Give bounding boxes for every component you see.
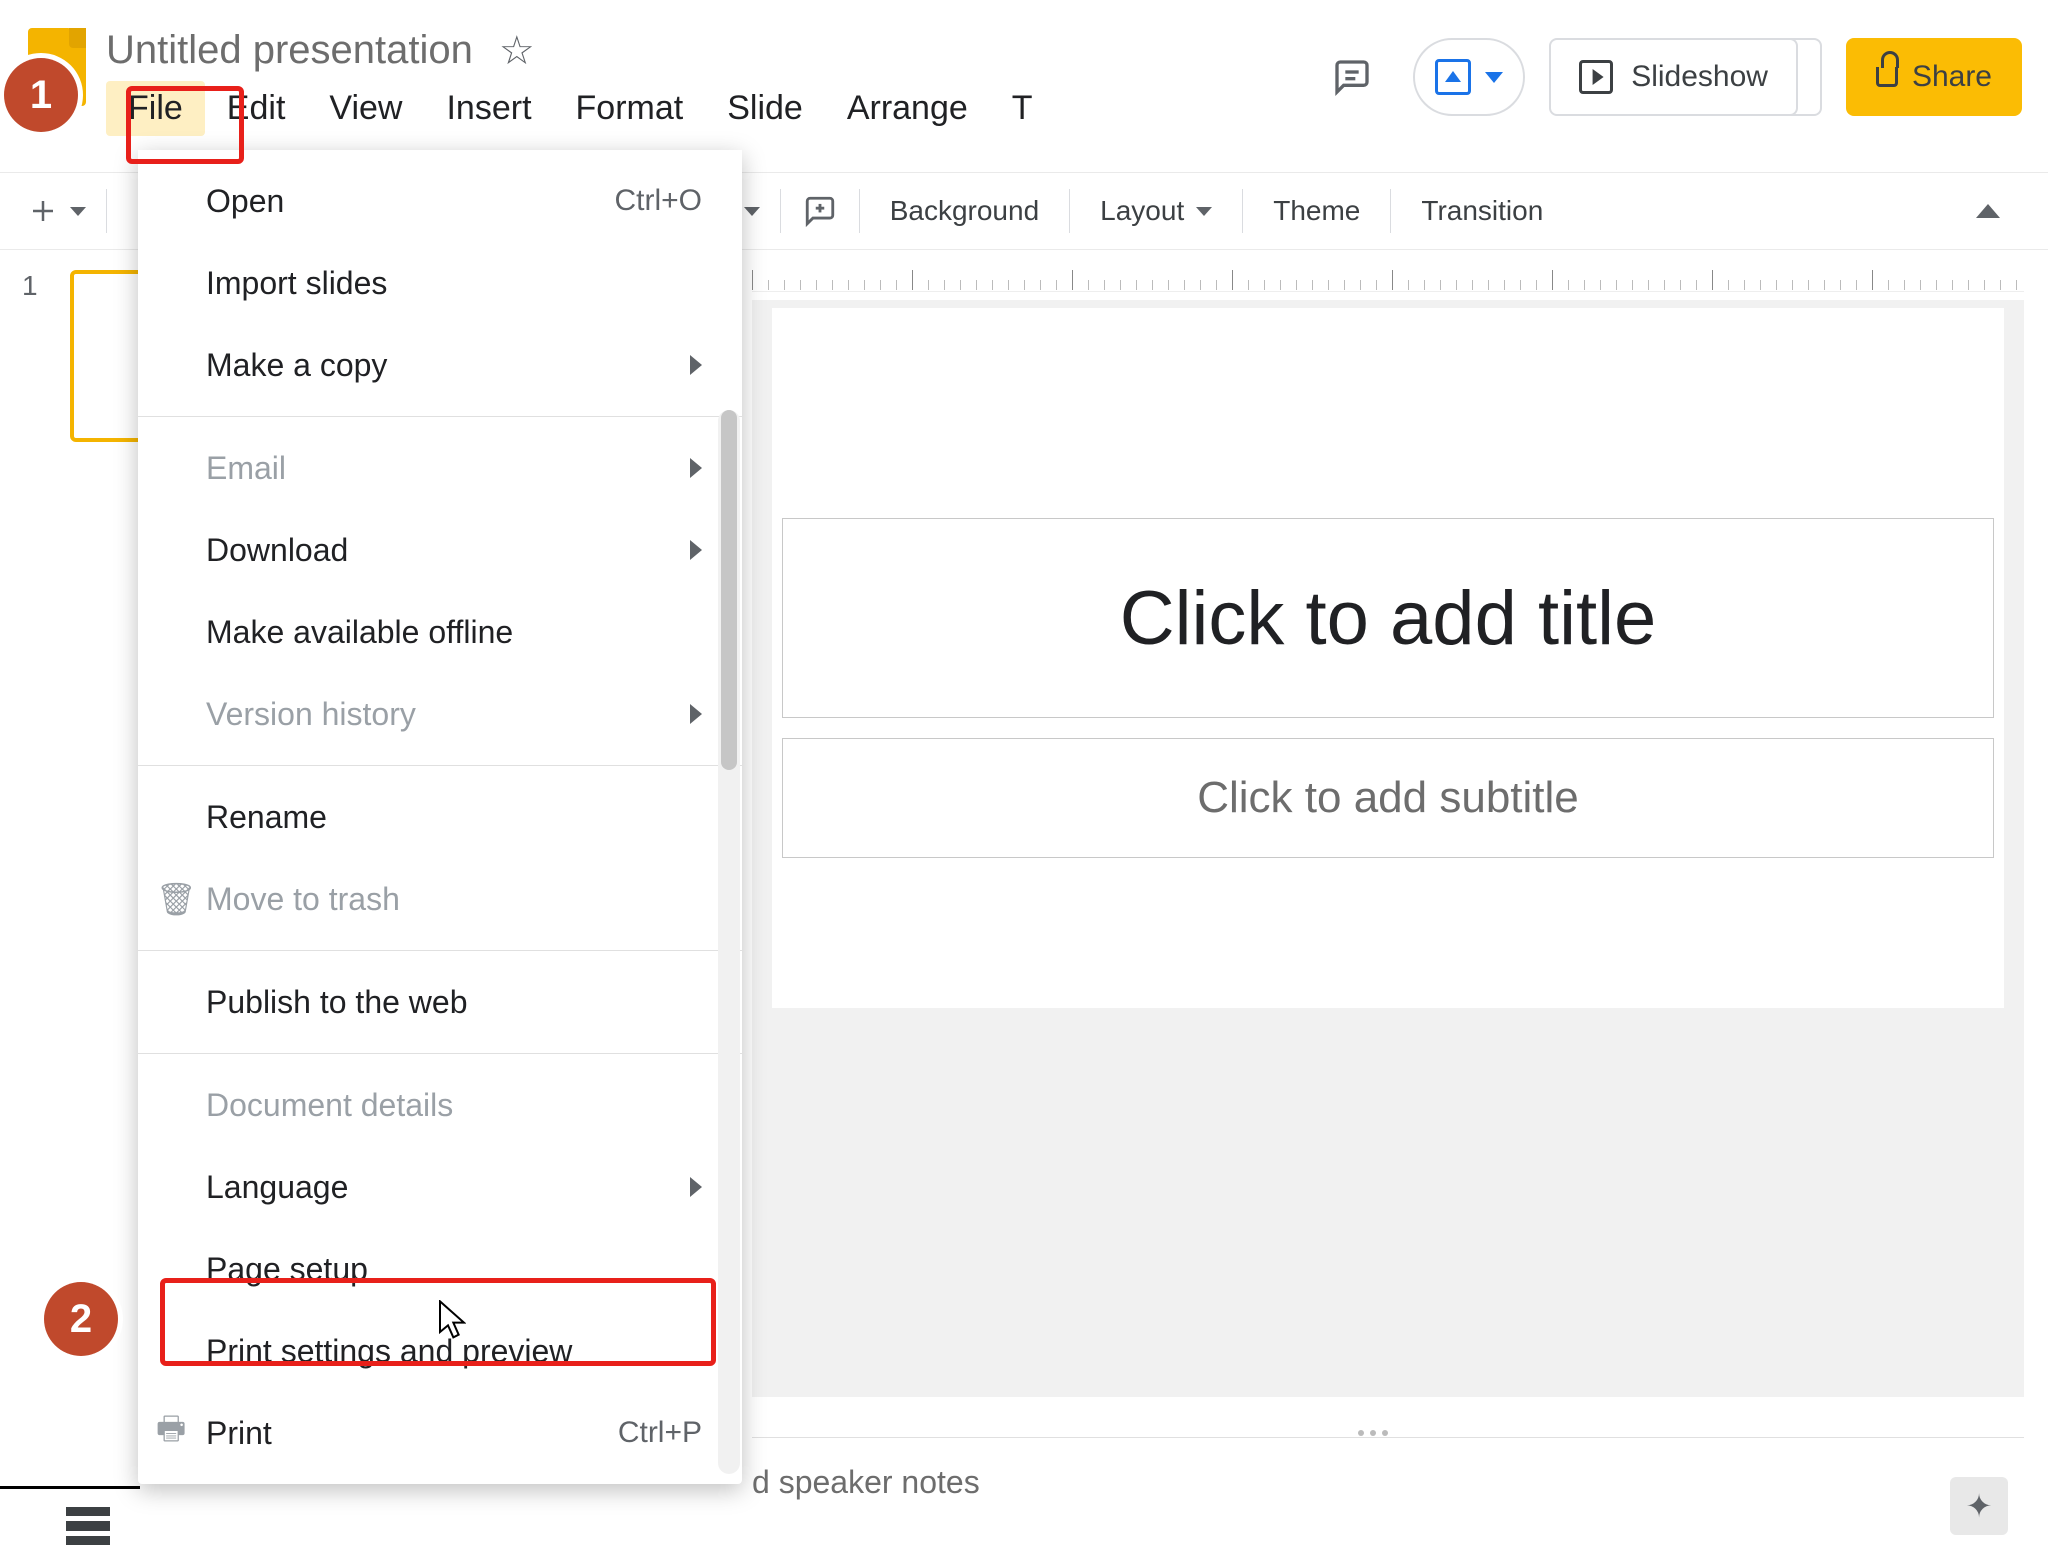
annotation-badge-2: 2 bbox=[44, 1282, 118, 1356]
comments-icon[interactable] bbox=[1315, 40, 1389, 114]
menu-scrollbar[interactable] bbox=[718, 410, 740, 1474]
lock-icon bbox=[1876, 67, 1898, 87]
insert-comment-button[interactable] bbox=[791, 182, 849, 240]
print-icon: 🖶 bbox=[156, 1406, 186, 1460]
bottom-divider bbox=[0, 1486, 140, 1489]
trash-icon: 🗑 bbox=[156, 880, 197, 918]
new-slide-button[interactable] bbox=[18, 182, 96, 240]
menu-email[interactable]: Email bbox=[138, 427, 742, 509]
slide-canvas-area: Click to add title Click to add subtitle bbox=[752, 300, 2024, 1397]
theme-button[interactable]: Theme bbox=[1253, 182, 1380, 240]
star-icon[interactable]: ☆ bbox=[499, 31, 535, 71]
menu-slide[interactable]: Slide bbox=[705, 81, 825, 136]
transition-button[interactable]: Transition bbox=[1401, 182, 1563, 240]
thumbnail-index: 1 bbox=[22, 270, 38, 302]
menu-version-history-label: Version history bbox=[206, 696, 416, 733]
menu-download[interactable]: Download bbox=[138, 509, 742, 591]
menu-language[interactable]: Language bbox=[138, 1146, 742, 1228]
filmstrip-toggle-icon[interactable] bbox=[66, 1507, 110, 1545]
menu-print[interactable]: 🖶 Print Ctrl+P bbox=[138, 1392, 742, 1474]
speaker-notes[interactable]: d speaker notes bbox=[752, 1437, 2024, 1527]
menu-make-offline[interactable]: Make available offline bbox=[138, 591, 742, 673]
menu-move-to-trash[interactable]: 🗑 Move to trash bbox=[138, 858, 742, 940]
menu-tools-cut[interactable]: T bbox=[990, 81, 1034, 136]
layout-label: Layout bbox=[1100, 195, 1184, 227]
submenu-arrow-icon bbox=[690, 540, 702, 560]
slideshow-button[interactable]: Slideshow bbox=[1549, 38, 1798, 116]
menu-make-copy-label: Make a copy bbox=[206, 347, 387, 384]
menu-document-details[interactable]: Document details bbox=[138, 1064, 742, 1146]
submenu-arrow-icon bbox=[690, 1177, 702, 1197]
submenu-arrow-icon bbox=[690, 704, 702, 724]
slideshow-dropdown[interactable] bbox=[1772, 38, 1822, 116]
slideshow-label: Slideshow bbox=[1631, 60, 1768, 94]
menu-edit[interactable]: Edit bbox=[205, 81, 308, 136]
menu-print-shortcut: Ctrl+P bbox=[618, 1416, 702, 1450]
submenu-arrow-icon bbox=[690, 355, 702, 375]
menu-open[interactable]: Open Ctrl+O bbox=[138, 160, 742, 242]
horizontal-ruler bbox=[752, 252, 2024, 292]
share-button[interactable]: Share bbox=[1846, 38, 2022, 116]
collapse-toolbar-button[interactable] bbox=[1966, 182, 2030, 240]
title-placeholder[interactable]: Click to add title bbox=[782, 518, 1994, 718]
menu-version-history[interactable]: Version history bbox=[138, 673, 742, 755]
menu-download-label: Download bbox=[206, 532, 348, 569]
menu-print-settings[interactable]: Print settings and preview bbox=[138, 1310, 742, 1392]
slide-canvas[interactable]: Click to add title Click to add subtitle bbox=[772, 308, 2004, 1008]
file-menu: Open Ctrl+O Import slides Make a copy Em… bbox=[138, 150, 742, 1484]
menu-publish[interactable]: Publish to the web bbox=[138, 961, 742, 1043]
menu-print-label: Print bbox=[206, 1415, 272, 1452]
speaker-notes-placeholder: d speaker notes bbox=[752, 1464, 980, 1501]
menu-format[interactable]: Format bbox=[554, 81, 706, 136]
menu-view[interactable]: View bbox=[307, 81, 424, 136]
menu-language-label: Language bbox=[206, 1169, 348, 1206]
present-button[interactable] bbox=[1413, 38, 1525, 116]
background-button[interactable]: Background bbox=[870, 182, 1059, 240]
notes-resize-handle[interactable] bbox=[1358, 1430, 1418, 1444]
annotation-badge-1: 1 bbox=[4, 58, 78, 132]
layout-button[interactable]: Layout bbox=[1080, 182, 1232, 240]
menu-trash-label: Move to trash bbox=[206, 881, 400, 918]
menu-open-label: Open bbox=[206, 183, 284, 220]
menu-arrange[interactable]: Arrange bbox=[825, 81, 990, 136]
menu-import-slides[interactable]: Import slides bbox=[138, 242, 742, 324]
document-title[interactable]: Untitled presentation bbox=[106, 28, 473, 73]
menu-page-setup[interactable]: Page setup bbox=[138, 1228, 742, 1310]
menu-email-label: Email bbox=[206, 450, 286, 487]
menu-rename[interactable]: Rename bbox=[138, 776, 742, 858]
explore-button[interactable]: ✦ bbox=[1950, 1477, 2008, 1535]
menu-insert[interactable]: Insert bbox=[424, 81, 553, 136]
submenu-arrow-icon bbox=[690, 458, 702, 478]
menu-make-copy[interactable]: Make a copy bbox=[138, 324, 742, 406]
menu-open-shortcut: Ctrl+O bbox=[614, 184, 702, 218]
subtitle-placeholder[interactable]: Click to add subtitle bbox=[782, 738, 1994, 858]
menu-file[interactable]: File bbox=[106, 81, 205, 136]
share-label: Share bbox=[1912, 60, 1992, 94]
